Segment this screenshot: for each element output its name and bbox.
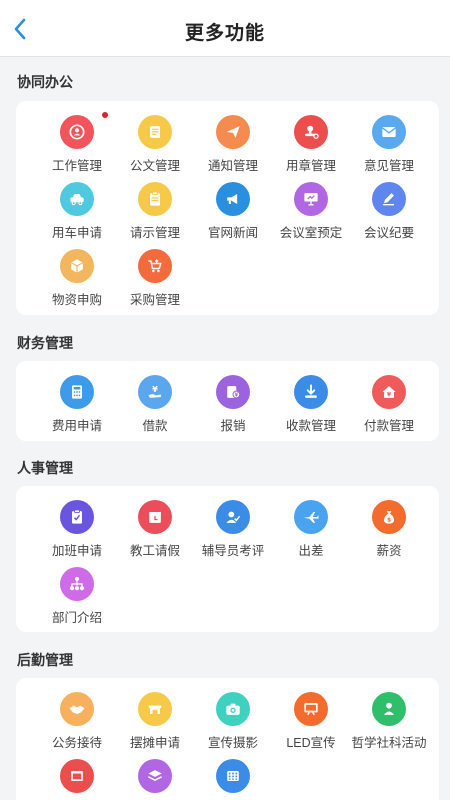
function-item[interactable]: 会议纪要	[347, 182, 431, 248]
checklist-icon	[60, 500, 94, 534]
section-card: 加班申请 教工请假 辅导员考评 出差 $ 薪资 部门介绍	[16, 486, 439, 632]
function-item-label: 采购管理	[129, 293, 180, 307]
document-icon	[138, 115, 172, 149]
stall-icon	[138, 692, 172, 726]
svg-text:¥: ¥	[235, 393, 239, 399]
camera-icon	[216, 692, 250, 726]
cart-icon	[138, 249, 172, 283]
reimburse-icon: ¥	[216, 375, 250, 409]
car-icon	[60, 182, 94, 216]
org-chart-icon	[60, 567, 94, 601]
function-item-label: 付款管理	[363, 419, 414, 433]
function-item[interactable]	[113, 759, 197, 800]
notification-dot	[102, 112, 108, 118]
svg-text:$: $	[387, 518, 391, 524]
top-nav-bar: 更多功能	[0, 0, 450, 57]
leave-calendar-icon	[138, 500, 172, 534]
function-item-label: 薪资	[376, 544, 402, 558]
function-item[interactable]: ¥ 付款管理	[347, 375, 431, 441]
section-title: 后勤管理	[17, 652, 73, 668]
airplane-icon	[294, 500, 328, 534]
yen-hand-icon: ¥	[138, 375, 172, 409]
box-icon	[60, 249, 94, 283]
function-item[interactable]: 采购管理	[113, 249, 197, 315]
led-screen-icon	[294, 692, 328, 726]
section-title: 人事管理	[17, 460, 73, 476]
function-item[interactable]: $ 薪资	[347, 500, 431, 566]
layers-icon	[138, 759, 172, 793]
function-item[interactable]	[191, 759, 275, 800]
person-badge-icon	[60, 115, 94, 149]
function-item-label: 哲学社科活动	[351, 736, 427, 750]
megaphone-icon	[216, 182, 250, 216]
section-card: 费用申请 ¥ 借款 ¥ 报销 收款管理 ¥ 付款管理	[16, 361, 439, 441]
section-title: 财务管理	[17, 335, 73, 351]
function-item-label: 意见管理	[363, 159, 414, 173]
section-card: 工作管理 公文管理 通知管理 用章管理 意见管理 用车申请 请示管理 官网新闻 会议室预定 会议纪…	[16, 101, 439, 315]
function-item[interactable]	[35, 759, 119, 800]
window-icon	[60, 759, 94, 793]
svg-text:¥: ¥	[152, 384, 158, 394]
section-card: 公务接待 摆摊申请 宣传摄影 LED宣传 哲学社科活动	[16, 678, 439, 800]
clipboard-icon	[138, 182, 172, 216]
calculator-icon	[60, 375, 94, 409]
user-check-icon	[216, 500, 250, 534]
stamp-icon	[294, 115, 328, 149]
page-title: 更多功能	[184, 23, 265, 44]
house-yen-icon: ¥	[372, 375, 406, 409]
function-item-label: 会议纪要	[363, 226, 414, 240]
function-item[interactable]: 部门介绍	[35, 567, 119, 633]
function-item[interactable]: 意见管理	[347, 115, 431, 181]
svg-text:¥: ¥	[387, 393, 391, 399]
paper-plane-icon	[216, 115, 250, 149]
download-yen-icon	[294, 375, 328, 409]
envelope-icon	[372, 115, 406, 149]
handshake-icon	[60, 692, 94, 726]
presentation-icon	[294, 182, 328, 216]
keypad-icon	[216, 759, 250, 793]
money-bag-icon: $	[372, 500, 406, 534]
section-title: 协同办公	[17, 74, 73, 90]
person-speech-icon	[372, 692, 406, 726]
pencil-note-icon	[372, 182, 406, 216]
function-item[interactable]: 哲学社科活动	[347, 692, 431, 758]
function-item-label: 部门介绍	[51, 611, 102, 625]
